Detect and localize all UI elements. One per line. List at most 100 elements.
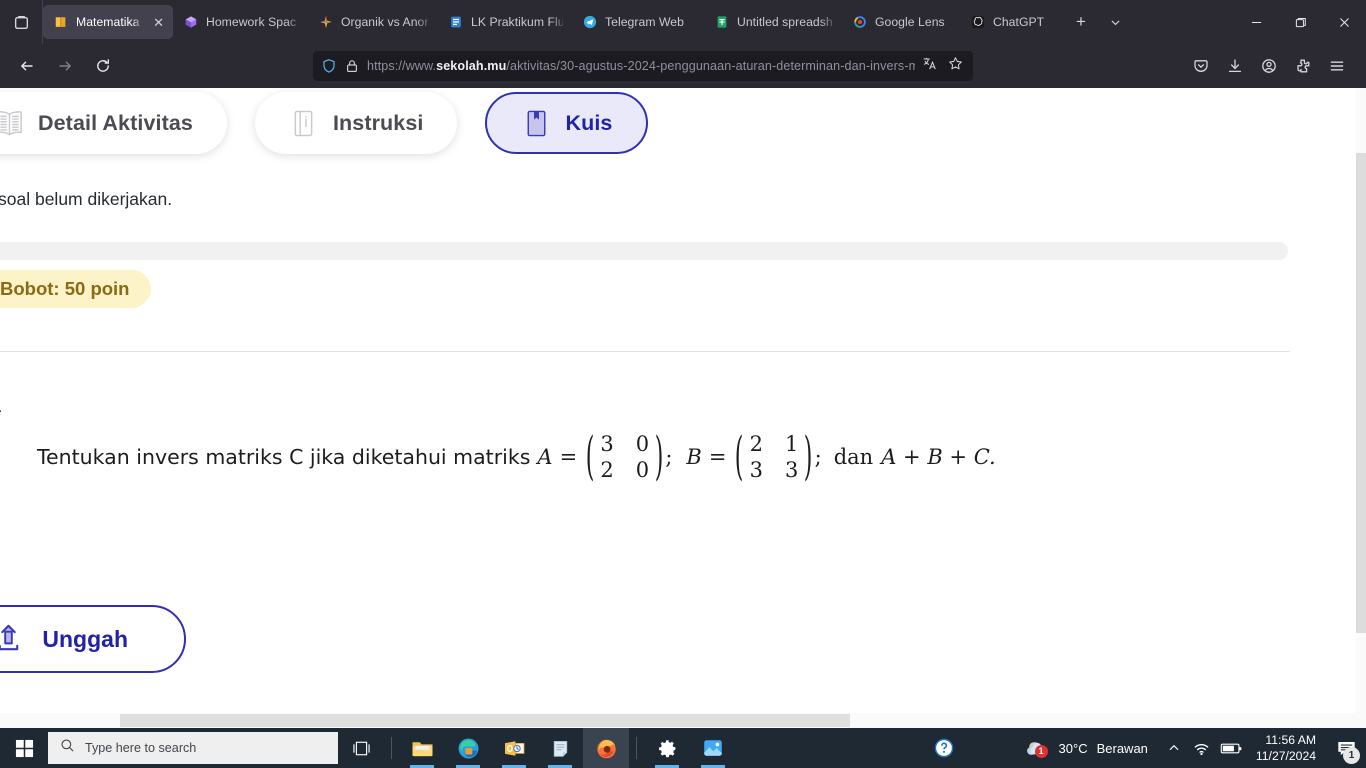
upload-arrow-icon — [0, 622, 26, 656]
horizontal-scrollbar-thumb[interactable] — [120, 714, 850, 727]
blue-document-icon — [448, 14, 464, 30]
settings-icon[interactable] — [644, 728, 690, 768]
matrix-a-close-paren: ) — [654, 426, 664, 486]
browser-tab-3[interactable]: LK Praktikum Flu — [438, 5, 572, 39]
microsoft-edge-icon[interactable] — [445, 728, 491, 768]
star-icon[interactable] — [948, 56, 963, 76]
notification-count: 1 — [1343, 747, 1360, 764]
browser-toolbar-actions — [1186, 51, 1358, 81]
reload-icon[interactable] — [86, 50, 120, 82]
maximize-icon[interactable] — [1278, 0, 1322, 44]
notification-icon[interactable]: 1 — [1326, 728, 1366, 768]
question-prefix: Tentukan invers matriks C jika diketahui… — [37, 445, 531, 470]
address-bar[interactable]: https://www.sekolah.mu/aktivitas/30-agus… — [313, 51, 973, 81]
sticky-notes-icon[interactable] — [537, 728, 583, 768]
translate-icon[interactable] — [922, 56, 937, 76]
tabs-container: Matematika 1 ✕ Homework Spac Organik vs … — [42, 0, 1234, 44]
forward-arrow-icon[interactable] — [48, 50, 82, 82]
close-icon[interactable]: ✕ — [153, 16, 164, 29]
padlock-icon[interactable] — [344, 58, 360, 74]
shield-icon[interactable] — [321, 58, 337, 74]
separator-2: ; — [814, 445, 822, 470]
browser-tab-4[interactable]: Telegram Web — [572, 5, 704, 39]
browser-tab-2[interactable]: Organik vs Anor — [308, 5, 438, 39]
progress-bar — [0, 242, 1288, 260]
browser-tab-0[interactable]: Matematika 1 ✕ — [43, 5, 173, 39]
question-tail: A + B + C. — [881, 445, 996, 470]
list-all-tabs-icon[interactable] — [1098, 5, 1132, 39]
tray-chevron-icon[interactable] — [1160, 728, 1188, 768]
extensions-icon[interactable] — [1288, 51, 1318, 81]
horizontal-scrollbar[interactable] — [0, 713, 1356, 728]
minimize-icon[interactable] — [1234, 0, 1278, 44]
taskbar-divider — [636, 737, 637, 759]
matrix-b-open-paren: ( — [735, 426, 744, 486]
browser-tab-label: Matematika 1 — [76, 15, 145, 29]
browser-tab-label: LK Praktikum Flu — [471, 15, 563, 29]
task-view-icon[interactable] — [338, 728, 384, 768]
back-arrow-icon[interactable] — [10, 50, 44, 82]
browser-tab-1[interactable]: Homework Spac — [173, 5, 308, 39]
sidebar-toggle-icon[interactable] — [0, 0, 42, 44]
taskbar-icons — [338, 728, 736, 768]
clock-date: 11/27/2024 — [1255, 748, 1316, 763]
browser-tab-7[interactable]: ChatGPT — [960, 5, 1064, 39]
list-marker: . — [0, 399, 2, 417]
browser-tab-label: Organik vs Anor — [341, 15, 429, 29]
matrix-b-cell-1-1: 3 — [785, 457, 799, 482]
tab-label: Instruksi — [332, 110, 424, 135]
equals-sign-b: = — [708, 445, 727, 470]
browser-tab-5[interactable]: Untitled spreadsh — [704, 5, 842, 39]
matrix-b-cell-1-0: 3 — [749, 457, 764, 482]
weather-widget[interactable]: 1 30°C Berawan — [1013, 728, 1160, 768]
windows-start-icon[interactable] — [0, 728, 48, 768]
help-circle-icon[interactable] — [921, 728, 967, 768]
account-icon[interactable] — [1254, 51, 1284, 81]
matrix-b-close-paren: ) — [804, 426, 813, 486]
taskbar-clock[interactable]: 11:56 AM 11/27/2024 — [1248, 728, 1326, 768]
downloads-icon[interactable] — [1220, 51, 1250, 81]
matrix-a-grid: 3 0 2 0 — [595, 432, 654, 483]
firefox-icon[interactable] — [583, 728, 629, 768]
menu-icon[interactable] — [1322, 51, 1352, 81]
tab-instruksi[interactable]: Instruksi — [254, 92, 458, 154]
separator-1: ; — [665, 445, 673, 470]
info-document-icon — [289, 106, 319, 140]
colorful-spark-icon — [318, 14, 334, 30]
battery-icon[interactable] — [1216, 728, 1248, 768]
telegram-icon — [582, 14, 598, 30]
tab-label: Kuis — [565, 110, 613, 135]
url-text: https://www.sekolah.mu/aktivitas/30-agus… — [367, 59, 915, 73]
google-lens-icon — [852, 14, 868, 30]
status-text: soal belum dikerjakan. — [0, 189, 173, 209]
search-icon — [60, 738, 75, 758]
pocket-icon[interactable] — [1186, 51, 1216, 81]
photos-icon[interactable] — [690, 728, 736, 768]
close-icon[interactable] — [1322, 0, 1366, 44]
tab-detail-aktivitas[interactable]: Detail Aktivitas — [0, 92, 227, 154]
upload-button[interactable]: Unggah — [0, 605, 186, 673]
file-explorer-icon[interactable] — [399, 728, 445, 768]
book-icon — [53, 14, 69, 30]
equals-sign-a: = — [559, 445, 578, 470]
vertical-scrollbar[interactable] — [1356, 88, 1366, 728]
address-bar-actions — [922, 56, 965, 76]
tab-label: Detail Aktivitas — [38, 110, 193, 135]
wifi-icon[interactable] — [1188, 728, 1216, 768]
browser-tab-label: Untitled spreadsh — [737, 15, 833, 29]
browser-chrome: Matematika 1 ✕ Homework Spac Organik vs … — [0, 0, 1366, 88]
outlook-icon[interactable] — [491, 728, 537, 768]
browser-tab-strip: Matematika 1 ✕ Homework Spac Organik vs … — [0, 0, 1366, 44]
new-tab-button[interactable]: + — [1064, 5, 1098, 39]
matrix-b-grid: 2 1 3 3 — [745, 432, 804, 483]
purple-cube-icon — [183, 14, 199, 30]
upload-label: Unggah — [42, 625, 128, 652]
matrix-a: ( 3 0 2 0 ) — [585, 426, 664, 486]
search-input[interactable]: Type here to search — [48, 732, 338, 764]
open-book-icon — [0, 106, 24, 140]
browser-tab-6[interactable]: Google Lens — [842, 5, 960, 39]
section-divider — [0, 351, 1290, 352]
vertical-scrollbar-thumb[interactable] — [1356, 153, 1366, 633]
tab-kuis[interactable]: Kuis — [485, 92, 649, 154]
conjunction: dan — [833, 445, 874, 470]
